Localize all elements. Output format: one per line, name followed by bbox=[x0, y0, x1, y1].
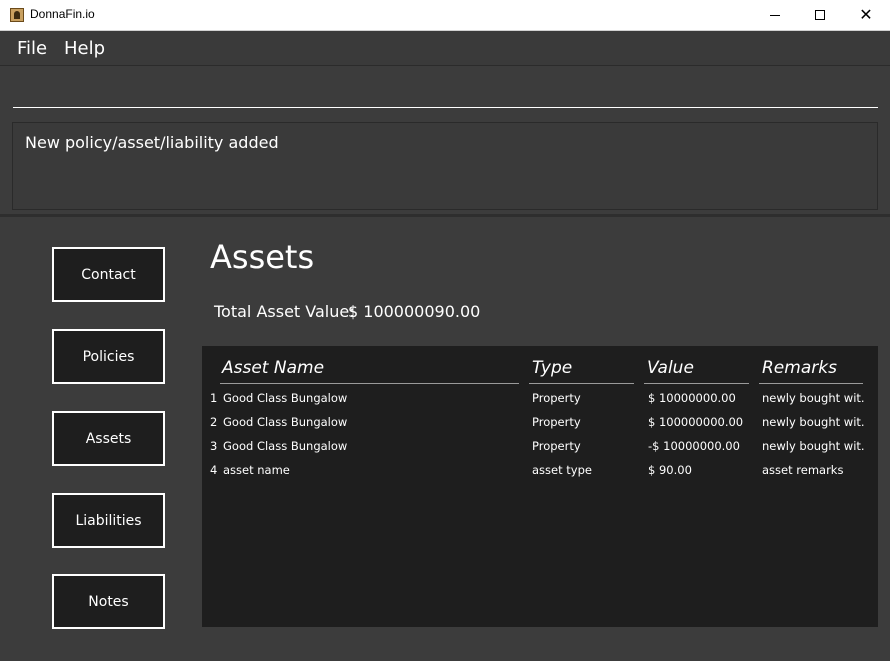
row-index: 3 bbox=[210, 439, 218, 453]
menu-file[interactable]: File bbox=[17, 38, 47, 59]
asset-remarks-cell: newly bought wit... bbox=[762, 391, 864, 405]
liabilities-button-label: Liabilities bbox=[75, 512, 142, 529]
window-title: DonnaFin.io bbox=[30, 7, 95, 21]
policies-button[interactable]: Policies bbox=[52, 329, 165, 384]
header-divider bbox=[644, 383, 749, 384]
app-icon bbox=[10, 8, 24, 22]
assets-button-label: Assets bbox=[85, 430, 132, 447]
table-row[interactable]: 3 Good Class Bungalow Property -$ 100000… bbox=[202, 439, 878, 463]
asset-type-cell: asset type bbox=[532, 463, 592, 477]
column-header-type[interactable]: Type bbox=[532, 358, 572, 378]
notes-button[interactable]: Notes bbox=[52, 574, 165, 629]
policies-button-label: Policies bbox=[82, 348, 135, 365]
close-button[interactable]: ✕ bbox=[843, 0, 889, 30]
maximize-icon bbox=[815, 10, 825, 20]
close-icon: ✕ bbox=[859, 5, 873, 24]
table-row[interactable]: 1 Good Class Bungalow Property $ 1000000… bbox=[202, 391, 878, 415]
asset-type-cell: Property bbox=[532, 415, 581, 429]
header-divider bbox=[220, 383, 519, 384]
menu-bar: File Help bbox=[0, 31, 890, 66]
contact-button[interactable]: Contact bbox=[52, 247, 165, 302]
total-asset-label: Total Asset Value: bbox=[214, 302, 355, 321]
asset-remarks-cell: newly bought wit... bbox=[762, 415, 864, 429]
asset-name-cell: asset name bbox=[223, 463, 290, 477]
row-index: 4 bbox=[210, 463, 218, 477]
column-header-asset-name[interactable]: Asset Name bbox=[222, 358, 324, 378]
contact-button-label: Contact bbox=[81, 266, 136, 283]
column-header-remarks[interactable]: Remarks bbox=[762, 358, 837, 378]
assets-button[interactable]: Assets bbox=[52, 411, 165, 466]
maximize-button[interactable] bbox=[797, 0, 843, 30]
minimize-button[interactable] bbox=[752, 0, 798, 30]
command-input[interactable] bbox=[13, 74, 878, 108]
asset-value-cell: $ 90.00 bbox=[648, 463, 692, 477]
result-display: New policy/asset/liability added bbox=[12, 122, 878, 210]
asset-name-cell: Good Class Bungalow bbox=[223, 439, 348, 453]
asset-name-cell: Good Class Bungalow bbox=[223, 391, 348, 405]
column-header-value[interactable]: Value bbox=[647, 358, 694, 378]
command-box bbox=[0, 66, 890, 116]
asset-remarks-cell: asset remarks bbox=[762, 463, 844, 477]
divider bbox=[0, 214, 890, 217]
notes-button-label: Notes bbox=[88, 593, 129, 610]
row-index: 2 bbox=[210, 415, 218, 429]
asset-name-cell: Good Class Bungalow bbox=[223, 415, 348, 429]
liabilities-button[interactable]: Liabilities bbox=[52, 493, 165, 548]
page-title: Assets bbox=[210, 238, 315, 276]
asset-value-cell: -$ 10000000.00 bbox=[648, 439, 740, 453]
menu-help[interactable]: Help bbox=[64, 38, 105, 59]
asset-type-cell: Property bbox=[532, 439, 581, 453]
header-divider bbox=[759, 383, 863, 384]
asset-remarks-cell: newly bought wit... bbox=[762, 439, 864, 453]
asset-value-cell: $ 10000000.00 bbox=[648, 391, 736, 405]
row-index: 1 bbox=[210, 391, 218, 405]
result-message: New policy/asset/liability added bbox=[25, 133, 279, 152]
table-row[interactable]: 4 asset name asset type $ 90.00 asset re… bbox=[202, 463, 878, 487]
title-bar: DonnaFin.io ✕ bbox=[0, 0, 890, 31]
minimize-icon bbox=[770, 14, 780, 16]
asset-value-cell: $ 100000000.00 bbox=[648, 415, 744, 429]
total-asset-value: $ 100000090.00 bbox=[348, 302, 481, 321]
asset-type-cell: Property bbox=[532, 391, 581, 405]
header-divider bbox=[529, 383, 634, 384]
table-row[interactable]: 2 Good Class Bungalow Property $ 1000000… bbox=[202, 415, 878, 439]
assets-table[interactable]: Asset Name Type Value Remarks 1 Good Cla… bbox=[202, 346, 878, 627]
